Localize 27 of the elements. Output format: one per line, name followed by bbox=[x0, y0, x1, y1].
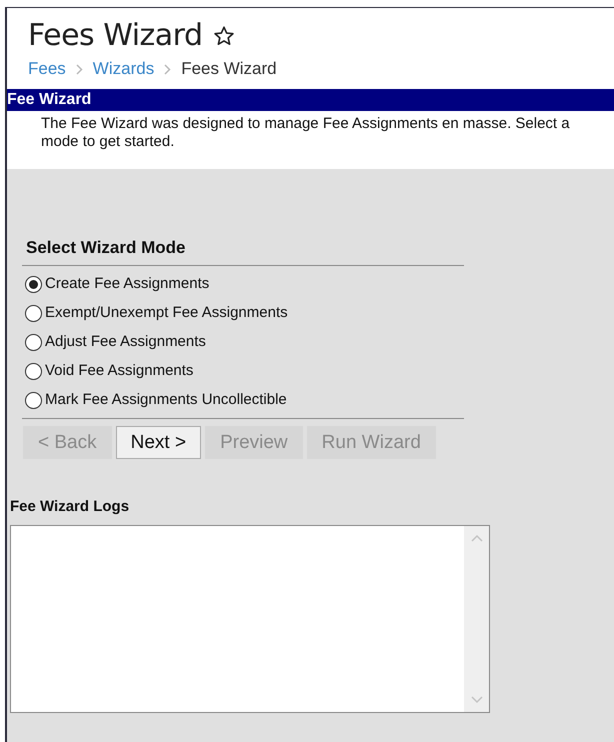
breadcrumb-link[interactable]: Wizards bbox=[92, 58, 154, 80]
star-icon[interactable] bbox=[212, 25, 235, 47]
mode-label: Mark Fee Assignments Uncollectible bbox=[45, 390, 287, 410]
mode-option[interactable]: Void Fee Assignments bbox=[25, 361, 464, 381]
mode-label: Create Fee Assignments bbox=[45, 274, 210, 294]
mode-option[interactable]: Create Fee Assignments bbox=[25, 274, 464, 294]
section-title: Select Wizard Mode bbox=[22, 237, 464, 266]
radio-button[interactable] bbox=[25, 334, 42, 350]
radio-button[interactable] bbox=[25, 276, 42, 292]
radio-button[interactable] bbox=[25, 304, 42, 322]
mode-option[interactable]: Exempt/Unexempt Fee Assignments bbox=[25, 303, 464, 323]
mode-option[interactable]: Adjust Fee Assignments bbox=[25, 332, 464, 352]
chevron-icon bbox=[164, 64, 172, 74]
breadcrumb-link[interactable]: Fees bbox=[28, 58, 66, 80]
mode-label: Exempt/Unexempt Fee Assignments bbox=[45, 303, 288, 323]
mode-label: Void Fee Assignments bbox=[45, 361, 194, 381]
wizard-button[interactable]: Next > bbox=[116, 426, 202, 459]
radio-button[interactable] bbox=[25, 392, 42, 408]
radio-button[interactable] bbox=[25, 362, 42, 380]
panel-title-bar: Fee Wizard bbox=[7, 89, 614, 111]
mode-option[interactable]: Mark Fee Assignments Uncollectible bbox=[25, 390, 464, 410]
breadcrumb-text: Fees Wizard bbox=[181, 58, 277, 80]
logs-title: Fee Wizard Logs bbox=[9, 497, 130, 517]
chevron-icon bbox=[76, 64, 83, 74]
page-title: Fees Wizard bbox=[28, 18, 203, 54]
mode-label: Adjust Fee Assignments bbox=[45, 332, 206, 352]
description-text: The Fee Wizard was designed to manage Fee Assignments en masse. Select a mode to get started. bbox=[7, 111, 614, 169]
